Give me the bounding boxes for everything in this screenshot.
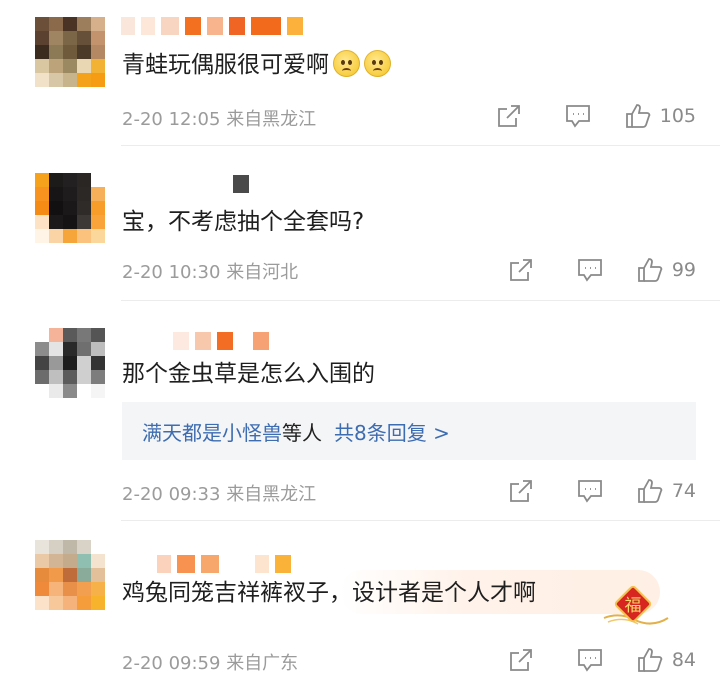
comment-time: 2-20 10:30 bbox=[122, 262, 221, 283]
thumbs-up-icon bbox=[637, 479, 663, 503]
comment-text: 鸡兔同笼吉祥裤衩子，设计者是个人才啊 bbox=[122, 580, 536, 606]
fu-character: 福 bbox=[625, 596, 642, 616]
comment-item: 青蛙玩偶服很可爱啊 2-20 12:05 来自黑龙江 105 bbox=[0, 0, 720, 145]
avatar[interactable] bbox=[35, 173, 105, 243]
comment-meta: 2-20 12:05 来自黑龙江 bbox=[122, 105, 316, 131]
like-count: 74 bbox=[671, 480, 696, 502]
thumbs-up-icon bbox=[637, 258, 663, 282]
reply-summary[interactable]: 满天都是小怪兽 等人 共8条回复 > bbox=[122, 402, 696, 460]
username-redacted[interactable] bbox=[121, 15, 303, 37]
reply-button[interactable] bbox=[564, 103, 592, 129]
comment-actions: 84 bbox=[508, 645, 696, 675]
sad-face-emoji-icon bbox=[364, 50, 391, 77]
share-button[interactable] bbox=[496, 103, 522, 129]
comment-text: 青蛙玩偶服很可爱啊 bbox=[122, 50, 391, 80]
comment-item: 宝，不考虑抽个全套吗? 2-20 10:30 来自河北 99 bbox=[0, 145, 720, 300]
share-button[interactable] bbox=[508, 478, 534, 504]
thumbs-up-icon bbox=[625, 104, 651, 128]
like-button[interactable]: 99 bbox=[636, 256, 696, 284]
reply-button[interactable] bbox=[576, 478, 604, 504]
comment-icon bbox=[577, 259, 602, 282]
username-redacted[interactable] bbox=[121, 173, 249, 195]
comment-time: 2-20 09:33 bbox=[122, 484, 221, 505]
share-icon bbox=[509, 649, 532, 671]
comment-text: 那个金虫草是怎么入围的 bbox=[122, 361, 375, 387]
reply-button[interactable] bbox=[576, 647, 604, 673]
fu-blessing-badge-icon: 福 bbox=[603, 585, 669, 625]
like-button[interactable]: 74 bbox=[636, 477, 696, 505]
comment-location: 来自河北 bbox=[226, 262, 299, 283]
username-redacted[interactable] bbox=[121, 330, 269, 352]
comment-icon bbox=[577, 480, 602, 503]
like-button[interactable]: 84 bbox=[636, 646, 696, 674]
comment-time: 2-20 09:59 bbox=[122, 653, 221, 674]
comment-text: 宝，不考虑抽个全套吗? bbox=[122, 209, 365, 235]
share-icon bbox=[497, 105, 520, 127]
comment-meta: 2-20 09:59 来自广东 bbox=[122, 649, 298, 675]
like-button[interactable]: 105 bbox=[624, 102, 696, 130]
comment-actions: 105 bbox=[496, 101, 696, 131]
comment-location: 来自黑龙江 bbox=[226, 484, 317, 505]
comment-meta: 2-20 09:33 来自黑龙江 bbox=[122, 480, 316, 506]
avatar[interactable] bbox=[35, 540, 105, 610]
comment-icon bbox=[565, 105, 590, 128]
comment-actions: 74 bbox=[508, 476, 696, 506]
reply-mid-text: 等人 bbox=[282, 420, 322, 445]
comment-item: 那个金虫草是怎么入围的 满天都是小怪兽 等人 共8条回复 > 2-20 09:3… bbox=[0, 300, 720, 520]
share-button[interactable] bbox=[508, 257, 534, 283]
comment-text-content: 青蛙玩偶服很可爱啊 bbox=[122, 52, 329, 78]
comment-icon bbox=[577, 649, 602, 672]
comment-meta: 2-20 10:30 来自河北 bbox=[122, 258, 298, 284]
share-icon bbox=[509, 259, 532, 281]
comment-location: 来自黑龙江 bbox=[226, 109, 317, 130]
like-count: 99 bbox=[671, 259, 696, 281]
reply-count-link[interactable]: 共8条回复 > bbox=[334, 417, 450, 446]
like-count: 84 bbox=[671, 649, 696, 671]
username-redacted[interactable] bbox=[121, 553, 291, 575]
avatar[interactable] bbox=[35, 328, 105, 398]
share-button[interactable] bbox=[508, 647, 534, 673]
thumbs-up-icon bbox=[637, 648, 663, 672]
avatar[interactable] bbox=[35, 17, 105, 87]
share-icon bbox=[509, 480, 532, 502]
sad-face-emoji-icon bbox=[333, 50, 360, 77]
comment-actions: 99 bbox=[508, 255, 696, 285]
comment-time: 2-20 12:05 bbox=[122, 109, 221, 130]
reply-button[interactable] bbox=[576, 257, 604, 283]
comment-location: 来自广东 bbox=[226, 653, 299, 674]
like-count: 105 bbox=[659, 105, 696, 127]
replier-name-link[interactable]: 满天都是小怪兽 bbox=[142, 417, 282, 446]
